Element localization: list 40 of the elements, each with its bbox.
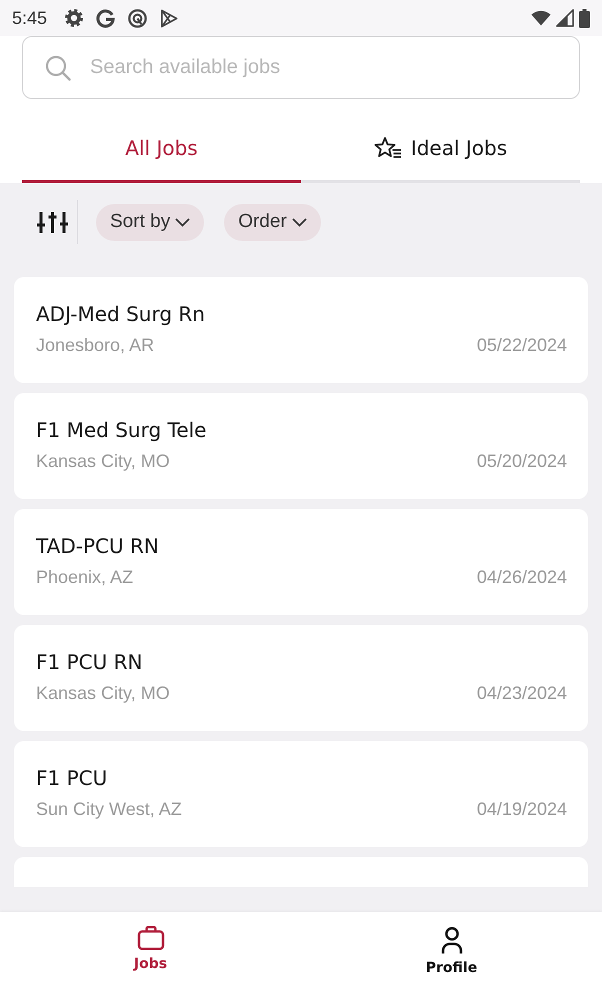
job-card[interactable]: TAD-PCU RN Phoenix, AZ 04/26/2024 <box>14 509 588 615</box>
briefcase-icon <box>136 926 164 950</box>
search-field[interactable]: Search available jobs <box>22 36 580 99</box>
filter-dropdown[interactable]: Sort by <box>96 204 204 240</box>
nav-item[interactable]: Profile <box>422 926 482 984</box>
battery-icon <box>579 8 590 28</box>
job-location: Jonesboro, AR <box>36 334 154 356</box>
job-location: Kansas City, MO <box>36 450 170 472</box>
job-title: F1 PCU <box>36 765 108 791</box>
job-date: 04/19/2024 <box>476 798 567 820</box>
job-card[interactable]: F1 PCU Sun City West, AZ 04/19/2024 <box>14 741 588 847</box>
job-card[interactable]: ADJ-Med Surg Rn Jonesboro, AR 05/22/2024 <box>14 277 588 383</box>
wifi-icon <box>531 10 551 26</box>
job-location: Phoenix, AZ <box>36 566 134 588</box>
job-date: 04/23/2024 <box>476 682 567 704</box>
job-title: ADJ-Med Surg Rn <box>36 301 206 327</box>
job-title: TAD-PCU RN <box>36 533 160 559</box>
search-icon <box>45 54 71 80</box>
job-card[interactable]: F1 PCU RN Kansas City, MO 04/23/2024 <box>14 625 588 731</box>
job-location: Sun City West, AZ <box>36 798 182 820</box>
job-date: 04/26/2024 <box>476 566 567 588</box>
circle-icon <box>128 8 148 28</box>
play-icon <box>160 8 178 28</box>
job-title: F1 Med Surg Tele <box>36 417 208 443</box>
filter-dropdown[interactable]: Order <box>224 204 321 240</box>
job-title: F1 PCU RN <box>36 649 144 675</box>
chevron-down-icon <box>175 218 190 226</box>
gear-icon <box>65 9 84 27</box>
chevron-down-icon <box>292 218 307 226</box>
job-location: Kansas City, MO <box>36 682 170 704</box>
signal-icon <box>556 9 574 27</box>
nav-item[interactable]: Jobs <box>130 926 172 984</box>
job-date: 05/22/2024 <box>476 334 567 356</box>
job-card[interactable]: F1 Med Surg Tele Kansas City, MO 05/20/2024 <box>14 393 588 499</box>
star-list-icon <box>374 134 402 160</box>
sliders-icon[interactable] <box>37 210 68 234</box>
job-date: 05/20/2024 <box>476 450 567 472</box>
status-time: 5:45 <box>12 8 48 28</box>
search-input[interactable]: Search available jobs <box>90 46 559 90</box>
g-icon <box>96 8 116 28</box>
